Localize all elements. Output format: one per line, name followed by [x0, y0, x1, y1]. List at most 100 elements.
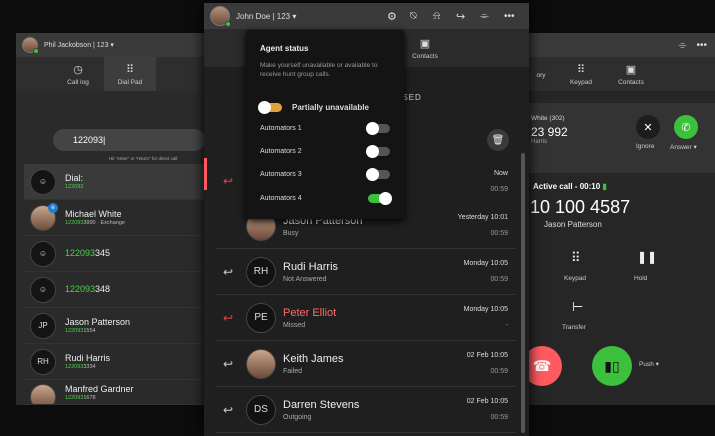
call-status: Outgoing [283, 413, 312, 421]
tab-keypad[interactable]: ⠿ Keypad [556, 57, 606, 91]
active-contact: Jason Patterson [544, 220, 602, 229]
partial-toggle-row[interactable]: Partially unavailable [258, 100, 390, 114]
call-duration: 00:59 [490, 414, 508, 421]
user-selector[interactable]: John Doe | 123 ▾ [236, 12, 296, 21]
list-item[interactable]: ☺ 122093348 [24, 272, 204, 308]
incoming-sub: Harris [531, 139, 547, 145]
call-row[interactable]: ↩ DS Darren Stevens Outgoing 02 Feb 10:05… [216, 387, 516, 433]
active-number: 10 100 4587 [530, 197, 631, 217]
tab-label: Contacts [412, 52, 438, 60]
partial-toggle[interactable] [258, 100, 282, 114]
voicemail-icon[interactable]: ⌯ [480, 10, 489, 23]
row-sub: 3334 [83, 364, 96, 370]
scrollbar[interactable] [521, 153, 525, 433]
voicemail-icon[interactable]: ⌯ [678, 40, 686, 51]
call-row[interactable]: ↩ Keith James Failed 02 Feb 10:05 00:59 [216, 341, 516, 387]
transfer-icon[interactable]: ⊢ [572, 299, 583, 315]
match-text: 122093 [65, 328, 84, 334]
answer-label: Answer ▾ [670, 144, 697, 151]
call-row[interactable]: ↩ RH Rudi Harris Not Answered Monday 10:0… [216, 249, 516, 295]
call-row[interactable]: ↩ PE Peter Elliot Missed Monday 10:05 - [216, 295, 516, 341]
match-text: 122093 [65, 284, 96, 294]
automator-toggle[interactable] [366, 167, 390, 181]
call-date: 02 Feb 10:05 [466, 352, 508, 359]
clock-icon: ◷ [73, 63, 83, 76]
row-name: Manfred Gardner [65, 384, 134, 394]
more-icon[interactable]: ••• [504, 11, 515, 22]
push-icon: ▮▯ [604, 357, 620, 374]
call-forward-icon[interactable]: ↪ [456, 10, 465, 23]
automator-toggle[interactable] [366, 121, 390, 135]
dial-hint: Hit "enter" or "return" for direct call [109, 156, 178, 161]
tab-history[interactable]: ory [526, 57, 556, 91]
list-item[interactable]: RH Rudi Harris 1220933334 [24, 344, 204, 380]
call-duration: - [505, 322, 508, 329]
call-date: Now [493, 169, 508, 177]
automator-row[interactable]: Automators 3 [260, 167, 390, 181]
more-icon[interactable]: ••• [696, 40, 707, 51]
automator-row[interactable]: Automators 1 [260, 121, 390, 135]
missed-call-icon: ↩ [222, 174, 234, 188]
mute-icon[interactable]: ⍉ [410, 10, 417, 23]
automator-row[interactable]: Automators 2 [260, 144, 390, 158]
transfer-label: Transfer [562, 324, 586, 331]
list-item[interactable]: e Michael White 1220933990 · Exchange [24, 200, 204, 236]
contacts-icon: ▣ [419, 37, 431, 50]
answer-button[interactable]: ✆ [674, 115, 698, 139]
call-status: Busy [283, 229, 299, 237]
tab-call-log[interactable]: ◷ Call log [52, 57, 104, 91]
pause-icon[interactable]: ❚❚ [637, 250, 657, 264]
dial-input-field[interactable]: 122093| [53, 129, 205, 151]
call-name: Rudi Harris [283, 260, 339, 273]
call-duration: 00:59 [490, 230, 508, 237]
hold-label: Hold [634, 275, 648, 282]
match-text: 122093 [65, 395, 84, 401]
automator-label: Automators 3 [260, 170, 302, 178]
list-item[interactable]: JP Jason Patterson 1220931554 [24, 308, 204, 344]
row-sub: 1678 [83, 395, 96, 401]
popup-description: Make yourself unavailable or available t… [260, 62, 378, 78]
call-date: Yesterday 10:01 [457, 214, 508, 221]
incoming-number: 23 992 [531, 125, 568, 139]
person-icon: ☺ [30, 240, 56, 267]
list-item[interactable]: ☺ Dial: 122093 [24, 164, 204, 200]
row-name: Rudi Harris [65, 353, 111, 363]
agent-status-icon[interactable]: ⚙ [387, 10, 397, 23]
avatar-initials: PE [246, 302, 276, 333]
call-date: Monday 10:05 [463, 306, 508, 313]
tab-spacer [16, 57, 52, 91]
person-icon: ☺ [30, 276, 56, 303]
call-name: Peter Elliot [283, 306, 337, 319]
avatar[interactable] [210, 6, 231, 27]
tab-contacts[interactable]: ▣ Contacts [606, 57, 656, 91]
push-label[interactable]: Push ▾ [639, 360, 659, 368]
row-sub: 122093 [65, 184, 84, 190]
call-duration: 00:59 [490, 368, 508, 375]
left-header: Phil Jackobson | 123 ▾ [16, 33, 204, 57]
list-item[interactable]: ☺ 122093345 [24, 236, 204, 272]
avatar-initials: RH [246, 256, 276, 287]
automator-toggle[interactable] [366, 144, 390, 158]
dnd-bell-icon[interactable]: ⍾ [433, 10, 440, 23]
tab-dial-pad[interactable]: ⠿ Dial Pad [104, 57, 156, 91]
tab-contacts[interactable]: ▣ Contacts [404, 29, 446, 67]
center-header: John Doe | 123 ▾ ⚙ ⍉ ⍾ ↪ ⌯ ••• [204, 3, 529, 29]
call-date: Monday 10:05 [463, 260, 508, 267]
unread-marker [204, 158, 207, 190]
right-header: ⌯ ••• [526, 33, 715, 57]
call-status: Missed [283, 321, 306, 329]
dialpad-icon[interactable]: ⠿ [571, 250, 581, 266]
automator-row[interactable]: Automators 4 [260, 191, 392, 205]
match-text: 122093 [65, 220, 84, 226]
call-time: Now 00:59 [428, 170, 508, 193]
match-text: 122093 [65, 364, 84, 370]
push-call-button[interactable]: ▮▯ [592, 346, 632, 386]
automator-toggle[interactable] [368, 191, 392, 205]
hangup-button[interactable]: ☎ [526, 346, 562, 386]
list-item[interactable]: Manfred Gardner 1220931678 [24, 380, 204, 405]
user-selector[interactable]: Phil Jackobson | 123 ▾ [44, 41, 114, 49]
trash-icon[interactable]: 🗑 [487, 129, 509, 151]
tab-label: Dial Pad [117, 78, 143, 86]
ignore-button[interactable]: ✕ [636, 115, 660, 139]
avatar[interactable] [22, 37, 39, 54]
